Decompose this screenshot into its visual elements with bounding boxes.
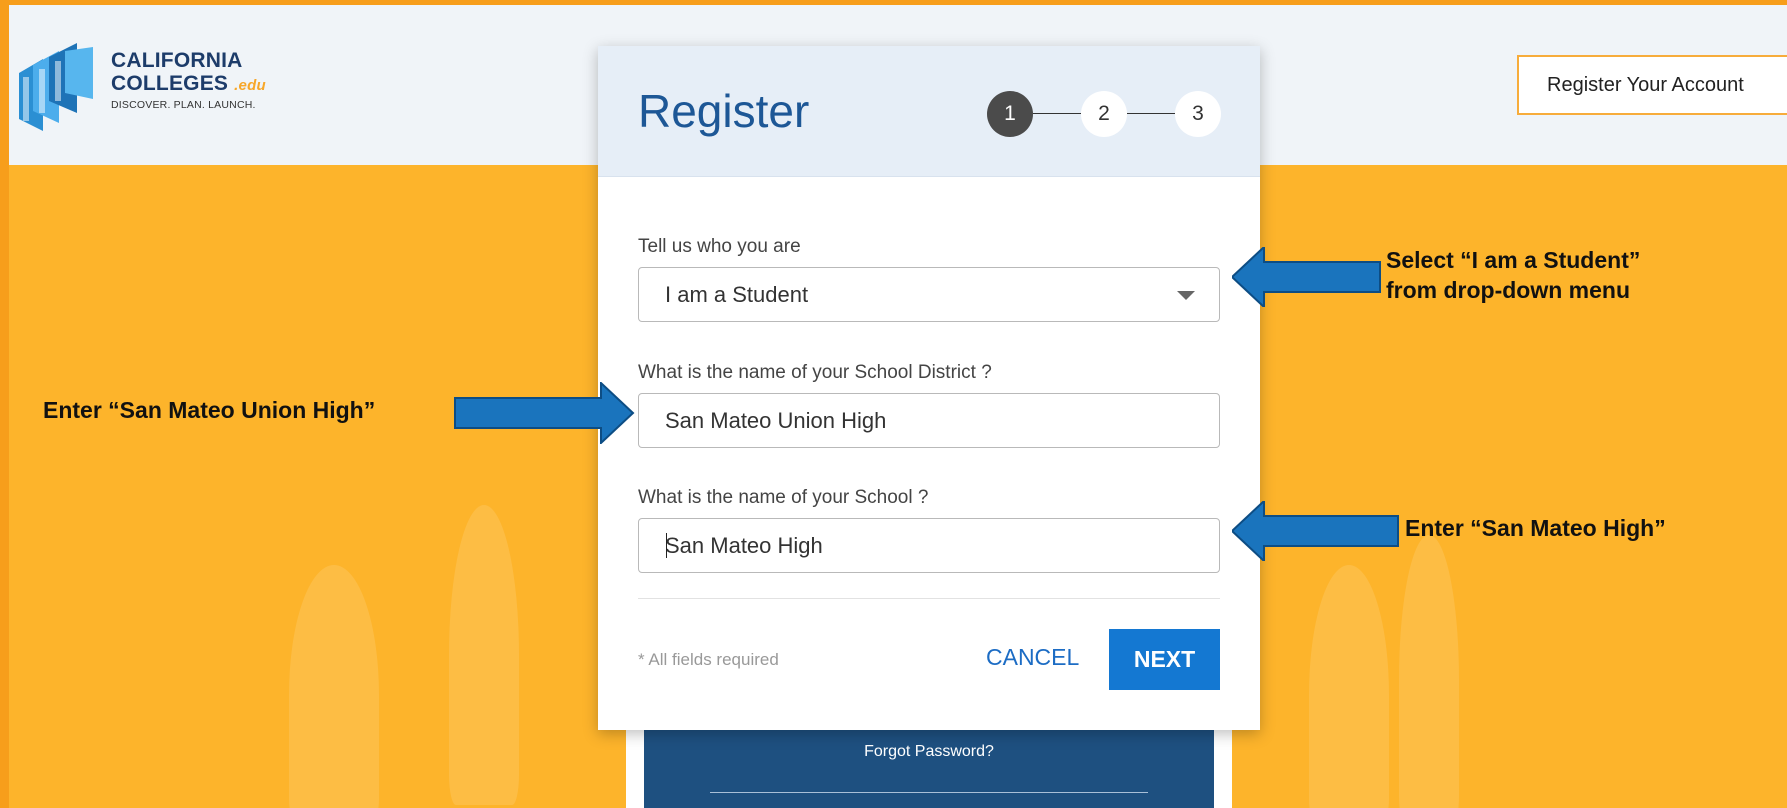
school-district-value: San Mateo Union High [665, 408, 887, 433]
background-silhouette [289, 565, 379, 808]
annotation-district: Enter “San Mateo Union High” [43, 397, 376, 423]
step-connector [1127, 113, 1175, 114]
modal-title: Register [638, 85, 810, 137]
annotation-select-line-1: Select “I am a Student” [1386, 247, 1641, 273]
district-label: What is the name of your School District… [638, 362, 992, 383]
annotation-select-line-2: from drop-down menu [1386, 277, 1631, 303]
divider [710, 792, 1148, 793]
role-select-value: I am a Student [665, 282, 809, 307]
modal-divider [638, 598, 1220, 599]
background-silhouette [449, 505, 519, 805]
step-2: 2 [1081, 91, 1127, 137]
logo-line-2: COLLEGES .edu [111, 73, 266, 94]
step-1: 1 [987, 91, 1033, 137]
annotation-select: Select “I am a Student” from drop-down m… [1386, 245, 1640, 305]
arrow-left-icon [1232, 247, 1381, 307]
school-label: What is the name of your School ? [638, 487, 929, 508]
arrow-left-icon [1232, 501, 1399, 561]
step-indicator: 1 2 3 [987, 91, 1222, 137]
role-select[interactable]: I am a Student [638, 267, 1220, 322]
school-input[interactable]: San Mateo High [638, 518, 1220, 573]
logo-text: CALIFORNIA COLLEGES .edu DISCOVER. PLAN.… [111, 50, 266, 111]
logo-colleges: COLLEGES [111, 72, 229, 95]
background-silhouette [1399, 535, 1459, 808]
register-modal: Register 1 2 3 Tell us who you are I am … [598, 46, 1260, 730]
annotation-school: Enter “San Mateo High” [1405, 515, 1666, 541]
school-district-input[interactable]: San Mateo Union High [638, 393, 1220, 448]
chevron-down-icon [1177, 291, 1195, 300]
text-cursor [666, 533, 667, 558]
page: CALIFORNIA COLLEGES .edu DISCOVER. PLAN.… [9, 5, 1787, 808]
logo-line-1: CALIFORNIA [111, 49, 243, 72]
step-3: 3 [1175, 91, 1221, 137]
logo-mark-icon [19, 43, 93, 131]
register-account-button[interactable]: Register Your Account [1517, 55, 1787, 115]
arrow-right-icon [454, 382, 635, 444]
next-button[interactable]: NEXT [1109, 629, 1220, 690]
background-silhouette [1309, 565, 1389, 808]
logo-tagline: DISCOVER. PLAN. LAUNCH. [111, 99, 256, 111]
logo-edu: .edu [234, 77, 266, 94]
role-label: Tell us who you are [638, 236, 801, 257]
modal-header: Register 1 2 3 [598, 46, 1260, 177]
school-value: San Mateo High [665, 533, 823, 558]
forgot-password-link[interactable]: Forgot Password? [644, 743, 1214, 761]
step-connector [1033, 113, 1081, 114]
cancel-button[interactable]: CANCEL [986, 644, 1079, 671]
required-note: * All fields required [638, 650, 779, 669]
california-colleges-logo[interactable]: CALIFORNIA COLLEGES .edu DISCOVER. PLAN.… [13, 31, 313, 141]
